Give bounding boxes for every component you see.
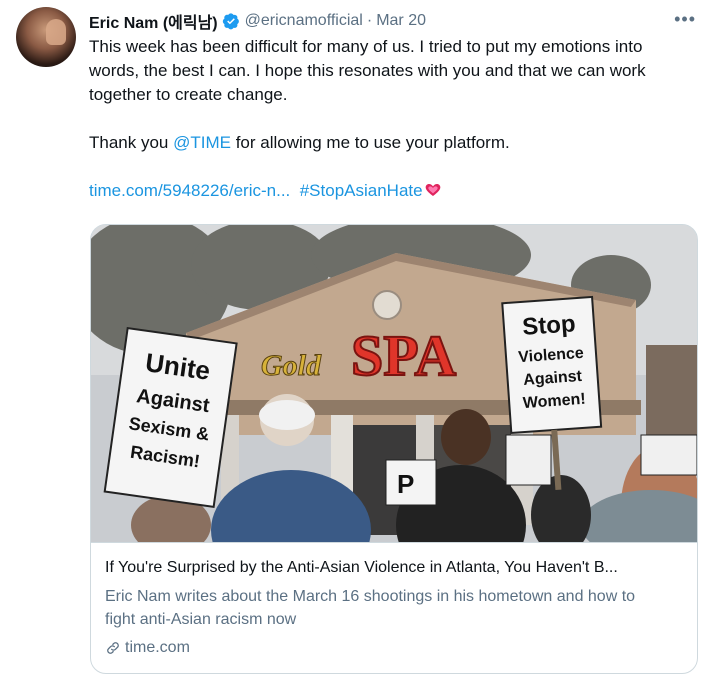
mention-link[interactable]: @TIME bbox=[173, 133, 231, 152]
avatar-hand bbox=[46, 19, 66, 45]
tweet-date[interactable]: Mar 20 bbox=[376, 12, 426, 30]
author-name[interactable]: Eric Nam (에릭남) bbox=[89, 9, 218, 33]
card-domain-text: time.com bbox=[125, 639, 190, 656]
card-image[interactable]: Gold SPA 1916 Unite Against bbox=[91, 225, 697, 542]
protest-photo: Gold SPA 1916 Unite Against bbox=[91, 225, 697, 542]
tweet-header: Eric Nam (에릭남) @ericnamofficial · Mar 20 bbox=[89, 10, 698, 32]
tweet-paragraph-3: time.com/5948226/eric-n... #StopAsianHat… bbox=[89, 179, 689, 203]
avatar[interactable] bbox=[16, 7, 76, 67]
author-handle[interactable]: @ericnamofficial bbox=[245, 12, 363, 30]
card-domain: time.com bbox=[105, 639, 190, 657]
thank-suffix: for allowing me to use your platform. bbox=[230, 133, 510, 152]
card-body[interactable]: If You're Surprised by the Anti-Asian Vi… bbox=[91, 542, 697, 673]
tweet-paragraph-2: Thank you @TIME for allowing me to use y… bbox=[89, 131, 689, 155]
tweet-text: This week has been difficult for many of… bbox=[89, 35, 689, 203]
url-link[interactable]: time.com/5948226/eric-n... bbox=[89, 181, 290, 200]
tweet-paragraph-1: This week has been difficult for many of… bbox=[89, 37, 646, 104]
more-icon[interactable]: ••• bbox=[674, 10, 696, 28]
sign-p: P bbox=[397, 469, 414, 499]
card-description: Eric Nam writes about the March 16 shoot… bbox=[105, 588, 636, 628]
link-icon bbox=[107, 642, 119, 654]
thank-prefix: Thank you bbox=[89, 133, 174, 152]
heart-emoji-icon bbox=[425, 184, 440, 196]
store-sign: SPA bbox=[351, 323, 456, 388]
hashtag-link[interactable]: #StopAsianHate bbox=[300, 181, 423, 200]
separator-dot: · bbox=[366, 12, 373, 29]
card-title: If You're Surprised by the Anti-Asian Vi… bbox=[105, 559, 618, 576]
store-script: Gold bbox=[261, 349, 322, 382]
link-card[interactable]: Gold SPA 1916 Unite Against bbox=[90, 224, 698, 674]
verified-badge-icon bbox=[222, 13, 239, 30]
sign-right-line-1: Stop bbox=[521, 310, 576, 341]
